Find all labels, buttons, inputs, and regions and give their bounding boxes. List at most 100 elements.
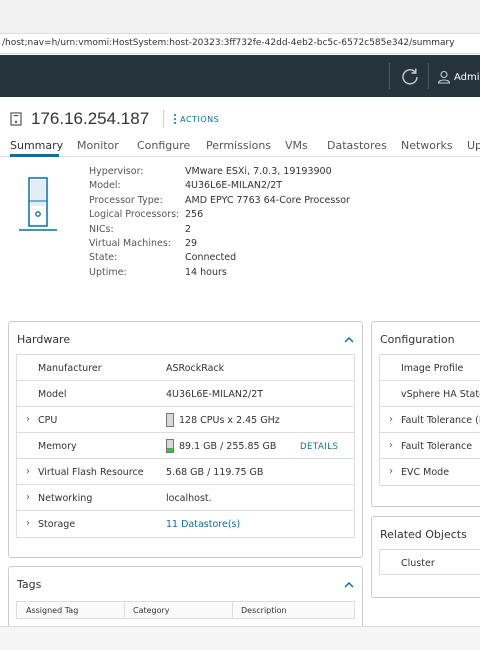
storage-link[interactable]: 11 Datastore(s)	[166, 519, 240, 530]
tab-datastores[interactable]: Datastores	[327, 139, 387, 152]
config-label: vSphere HA State	[401, 389, 480, 400]
hardware-row-virtual-flash[interactable]: › Virtual Flash Resource 5.68 GB / 119.7…	[17, 459, 354, 485]
address-bar[interactable]: /host;nav=h/urn:vmomi:HostSystem:host-20…	[0, 34, 480, 54]
configuration-table: Image Profile vSphere HA State › Fault T…	[379, 354, 480, 486]
memory-details-link[interactable]: DETAILS	[300, 442, 338, 452]
tab-networks[interactable]: Networks	[401, 139, 453, 152]
info-value: 2	[185, 223, 192, 235]
hardware-row-manufacturer: Manufacturer ASRockRack	[17, 355, 354, 381]
tags-card-title: Tags	[17, 578, 42, 591]
memory-usage-bar	[166, 439, 174, 453]
server-icon	[19, 177, 57, 231]
memory-usage-fill	[167, 447, 173, 452]
tab-summary[interactable]: Summary	[10, 139, 63, 152]
hardware-value: 5.68 GB / 119.75 GB	[166, 467, 264, 478]
config-label: Fault Tolerance (L	[401, 415, 480, 426]
hardware-label: Model	[38, 389, 67, 400]
info-key: Model:	[89, 180, 121, 192]
chevron-right-icon[interactable]: ›	[26, 518, 30, 529]
configuration-card-title: Configuration	[380, 333, 455, 346]
column-header-description[interactable]: Description	[241, 606, 287, 615]
config-label: EVC Mode	[401, 467, 450, 478]
info-key: Logical Processors:	[89, 209, 180, 221]
tab-permissions[interactable]: Permissions	[206, 139, 271, 152]
hardware-row-networking[interactable]: › Networking localhost.	[17, 485, 354, 511]
hardware-label: Storage	[38, 519, 76, 530]
tab-updates[interactable]: Up	[467, 139, 480, 152]
hardware-value: 89.1 GB / 255.85 GB	[179, 441, 277, 452]
host-info: Hypervisor: VMware ESXi, 7.0.3, 19193900 …	[89, 165, 350, 280]
config-row-fault-tolerance-legacy[interactable]: › Fault Tolerance (L	[380, 407, 480, 433]
hardware-label: Networking	[38, 493, 93, 504]
actions-button[interactable]: ACTIONS	[174, 113, 219, 125]
hardware-row-cpu[interactable]: › CPU 128 CPUs x 2.45 GHz	[17, 407, 354, 433]
chevron-right-icon[interactable]: ›	[26, 492, 30, 503]
config-row-ha-state: vSphere HA State	[380, 381, 480, 407]
chevron-up-icon[interactable]	[344, 582, 354, 588]
chevron-right-icon[interactable]: ›	[389, 414, 393, 425]
hardware-row-model: Model 4U36L6E-MILAN2/2T	[17, 381, 354, 407]
hardware-value: 4U36L6E-MILAN2/2T	[166, 389, 264, 400]
page-title: 176.16.254.187	[31, 109, 150, 128]
refresh-icon[interactable]	[400, 66, 420, 86]
info-value: 29	[185, 238, 198, 250]
hardware-row-storage[interactable]: › Storage 11 Datastore(s)	[17, 511, 354, 537]
column-divider	[232, 602, 233, 618]
related-cluster-row: Cluster	[379, 549, 480, 575]
hardware-label: Memory	[38, 441, 77, 452]
info-key: Uptime:	[89, 266, 127, 278]
info-row: Virtual Machines: 29	[89, 237, 350, 251]
hardware-value: localhost.	[166, 493, 212, 504]
host-title-row: 176.16.254.187 ACTIONS	[10, 108, 219, 130]
hardware-value: 128 CPUs x 2.45 GHz	[179, 415, 280, 426]
info-row: Processor Type: AMD EPYC 7763 64-Core Pro…	[89, 194, 350, 208]
info-value: Connected	[185, 252, 237, 264]
info-key: State:	[89, 252, 118, 264]
column-divider	[124, 602, 125, 618]
host-icon	[10, 112, 22, 126]
title-divider	[163, 110, 165, 128]
tab-vms[interactable]: VMs	[285, 139, 308, 152]
chevron-right-icon[interactable]: ›	[389, 466, 393, 477]
hardware-label: Virtual Flash Resource	[38, 467, 144, 478]
info-value: AMD EPYC 7763 64-Core Processor	[185, 194, 350, 206]
active-tab-indicator	[10, 154, 59, 157]
chevron-right-icon[interactable]: ›	[26, 466, 30, 477]
info-row: State: Connected	[89, 251, 350, 265]
chevron-up-icon[interactable]	[344, 337, 354, 343]
config-label: Image Profile	[401, 363, 464, 374]
info-row: Model: 4U36L6E-MILAN2/2T	[89, 179, 350, 193]
hardware-label: Manufacturer	[38, 363, 102, 374]
chevron-right-icon[interactable]: ›	[389, 440, 393, 451]
header-divider	[428, 63, 429, 89]
config-row-image-profile: Image Profile	[380, 355, 480, 381]
config-row-fault-tolerance[interactable]: › Fault Tolerance	[380, 433, 480, 459]
info-key: NICs:	[89, 223, 114, 235]
related-objects-title: Related Objects	[380, 528, 467, 541]
user-menu[interactable]: Admi	[437, 69, 480, 85]
info-key: Virtual Machines:	[89, 238, 171, 250]
hardware-card-title: Hardware	[17, 333, 71, 346]
tab-monitor[interactable]: Monitor	[77, 139, 119, 152]
user-icon	[437, 70, 451, 84]
info-key: Hypervisor:	[89, 166, 144, 177]
tab-configure[interactable]: Configure	[137, 139, 190, 152]
app-header: Admi	[0, 55, 480, 97]
info-value: 4U36L6E-MILAN2/2T	[185, 180, 283, 192]
hardware-row-memory: Memory 89.1 GB / 255.85 GB DETAILS	[17, 433, 354, 459]
info-row: Hypervisor: VMware ESXi, 7.0.3, 19193900	[89, 165, 350, 179]
related-label: Cluster	[401, 558, 435, 569]
chevron-right-icon[interactable]: ›	[26, 414, 30, 425]
configuration-card: Configuration Image Profile vSphere HA S…	[371, 321, 480, 507]
config-row-evc-mode[interactable]: › EVC Mode	[380, 459, 480, 485]
hardware-label: CPU	[38, 415, 58, 426]
cpu-usage-bar	[166, 413, 174, 427]
info-value: VMware ESXi, 7.0.3, 19193900	[185, 166, 332, 177]
tab-bar: Summary Monitor Configure Permissions VM…	[0, 137, 480, 157]
column-header-assigned-tag[interactable]: Assigned Tag	[26, 606, 78, 615]
header-divider	[389, 63, 390, 89]
info-value: 256	[185, 209, 204, 221]
more-vertical-icon	[174, 113, 177, 125]
column-header-category[interactable]: Category	[133, 606, 170, 615]
bottom-panel	[0, 626, 480, 650]
